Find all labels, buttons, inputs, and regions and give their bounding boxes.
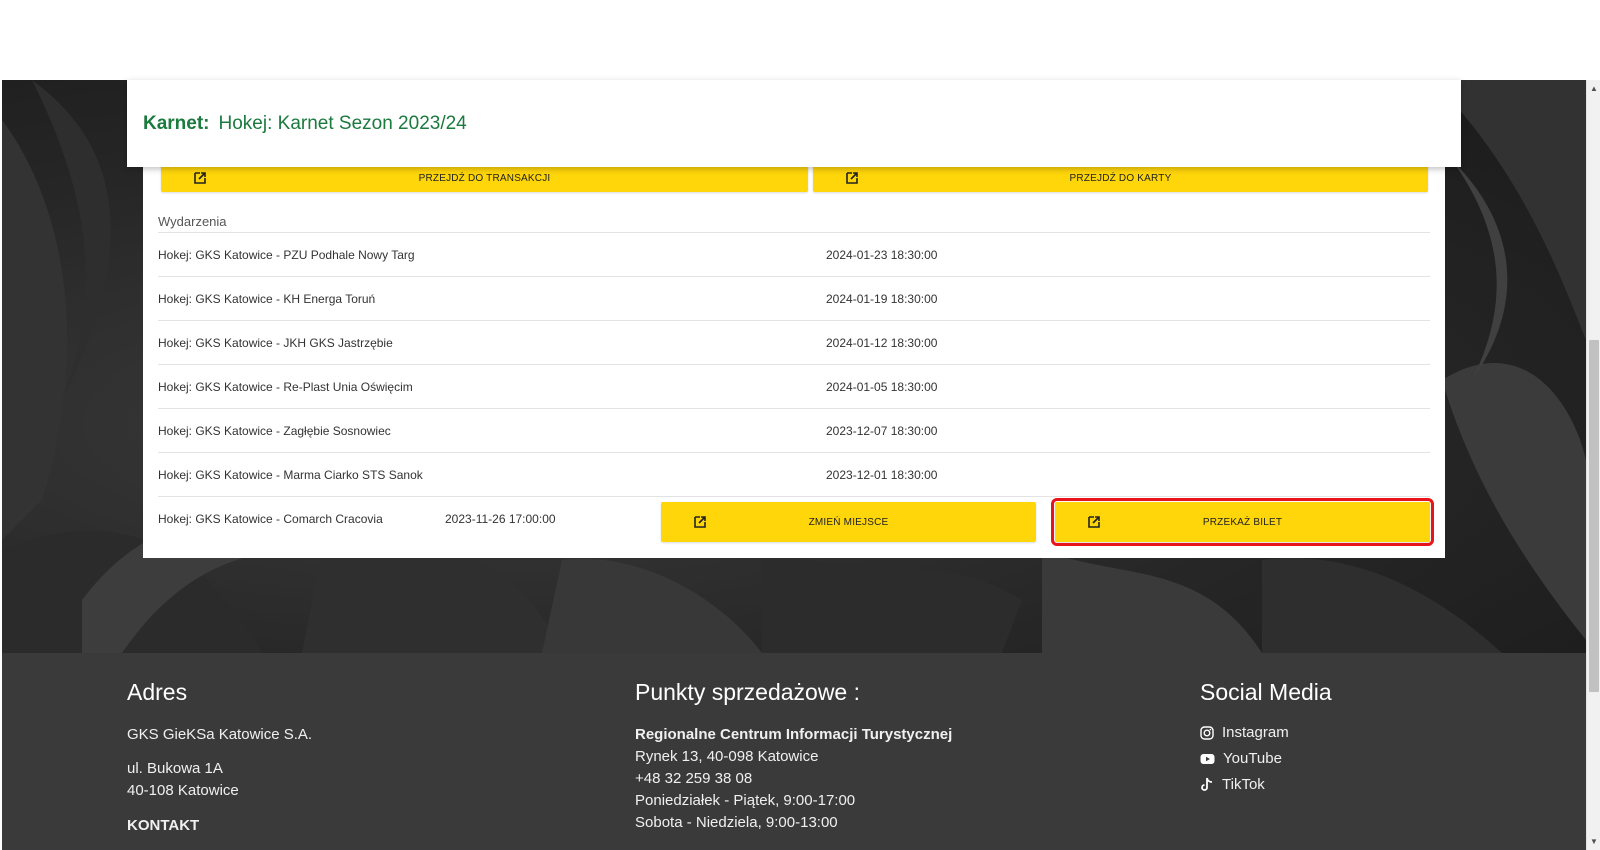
footer-social-column: Social Media Instagram YouTube TikTok — [1200, 679, 1332, 802]
event-name: Hokej: GKS Katowice - JKH GKS Jastrzębie — [158, 336, 393, 350]
sales-point-address: Rynek 13, 40-098 Katowice — [635, 748, 819, 765]
season-ticket-header: Karnet: Hokej: Karnet Sezon 2023/24 — [127, 80, 1461, 167]
youtube-link[interactable]: YouTube — [1200, 750, 1332, 767]
event-date: 2023-11-26 17:00:00 — [445, 512, 556, 526]
event-row: Hokej: GKS Katowice - PZU Podhale Nowy T… — [158, 232, 1430, 276]
event-row: Hokej: GKS Katowice - Re-Plast Unia Oświ… — [158, 364, 1430, 408]
external-link-icon — [1088, 516, 1100, 528]
external-link-icon — [194, 172, 206, 184]
page-title: Hokej: Karnet Sezon 2023/24 — [218, 112, 467, 134]
social-media-heading: Social Media — [1200, 679, 1332, 705]
title-label: Karnet: — [143, 112, 210, 134]
transfer-ticket-label: PRZEKAŻ BILET — [1202, 516, 1283, 528]
event-row: Hokej: GKS Katowice - KH Energa Toruń 20… — [158, 276, 1430, 320]
event-row: Hokej: GKS Katowice - JKH GKS Jastrzębie… — [158, 320, 1430, 364]
event-row: Hokej: GKS Katowice - Marma Ciarko STS S… — [158, 452, 1430, 496]
event-name: Hokej: GKS Katowice - Zagłębie Sosnowiec — [158, 424, 391, 438]
event-date: 2023-12-01 18:30:00 — [826, 468, 938, 482]
page-scrollbar[interactable]: ▲ ▼ — [1586, 80, 1600, 850]
events-list: Hokej: GKS Katowice - PZU Podhale Nowy T… — [158, 232, 1430, 540]
external-link-icon — [694, 516, 706, 528]
sales-point-name: Regionalne Centrum Informacji Turystyczn… — [635, 726, 953, 743]
street-address: ul. Bukowa 1A — [127, 760, 223, 777]
go-to-card-button[interactable]: PRZEJDŹ DO KARTY — [813, 164, 1428, 192]
scroll-thumb[interactable] — [1589, 340, 1599, 692]
footer-address-column: Adres GKS GieKSa Katowice S.A. ul. Bukow… — [127, 679, 312, 837]
event-name: Hokej: GKS Katowice - Comarch Cracovia — [158, 512, 383, 526]
change-seat-label: ZMIEŃ MIEJSCE — [808, 516, 889, 528]
city-address: 40-108 Katowice — [127, 782, 239, 799]
external-link-icon — [846, 172, 858, 184]
tiktok-link[interactable]: TikTok — [1200, 776, 1332, 793]
instagram-label: Instagram — [1222, 724, 1289, 741]
event-row: Hokej: GKS Katowice - Zagłębie Sosnowiec… — [158, 408, 1430, 452]
transfer-ticket-button[interactable]: PRZEKAŻ BILET — [1051, 498, 1434, 546]
event-name: Hokej: GKS Katowice - Re-Plast Unia Oświ… — [158, 380, 413, 394]
tiktok-label: TikTok — [1222, 776, 1265, 793]
youtube-icon — [1200, 753, 1215, 764]
event-date: 2024-01-19 18:30:00 — [826, 292, 938, 306]
go-to-transaction-button[interactable]: PRZEJDŹ DO TRANSAKCJI — [161, 164, 808, 192]
event-name: Hokej: GKS Katowice - KH Energa Toruń — [158, 292, 376, 306]
instagram-link[interactable]: Instagram — [1200, 724, 1332, 741]
instagram-icon — [1200, 725, 1214, 740]
go-to-card-label: PRZEJDŹ DO KARTY — [1069, 172, 1172, 184]
event-name: Hokej: GKS Katowice - Marma Ciarko STS S… — [158, 468, 423, 482]
event-date: 2024-01-05 18:30:00 — [826, 380, 938, 394]
contact-heading: KONTAKT — [127, 817, 200, 834]
scroll-up-arrow-icon[interactable]: ▲ — [1587, 84, 1600, 93]
go-to-transaction-label: PRZEJDŹ DO TRANSAKCJI — [418, 172, 551, 184]
sales-point-phone[interactable]: +48 32 259 38 08 — [635, 768, 952, 790]
hours-weekdays: Poniedziałek - Piątek, 9:00-17:00 — [635, 792, 856, 809]
company-name: GKS GieKSa Katowice S.A. — [127, 726, 313, 743]
tiktok-icon — [1201, 777, 1213, 791]
event-date: 2024-01-23 18:30:00 — [826, 248, 938, 262]
event-date: 2023-12-07 18:30:00 — [826, 424, 938, 438]
top-blank-area — [0, 0, 1586, 80]
address-heading: Adres — [127, 679, 188, 705]
scroll-down-arrow-icon[interactable]: ▼ — [1587, 837, 1600, 846]
youtube-label: YouTube — [1223, 750, 1282, 767]
footer-sales-column: Punkty sprzedażowe : Regionalne Centrum … — [635, 679, 952, 834]
season-ticket-panel: PRZEJDŹ DO TRANSAKCJI PRZEJDŹ DO KARTY W… — [143, 150, 1445, 558]
event-date: 2024-01-12 18:30:00 — [826, 336, 938, 350]
event-name: Hokej: GKS Katowice - PZU Podhale Nowy T… — [158, 248, 415, 262]
sales-points-heading: Punkty sprzedażowe : — [635, 679, 861, 705]
events-heading: Wydarzenia — [158, 214, 227, 229]
change-seat-button[interactable]: ZMIEŃ MIEJSCE — [661, 502, 1036, 542]
hours-weekend: Sobota - Niedziela, 9:00-13:00 — [635, 814, 838, 831]
site-footer: Adres GKS GieKSa Katowice S.A. ul. Bukow… — [2, 653, 1586, 850]
